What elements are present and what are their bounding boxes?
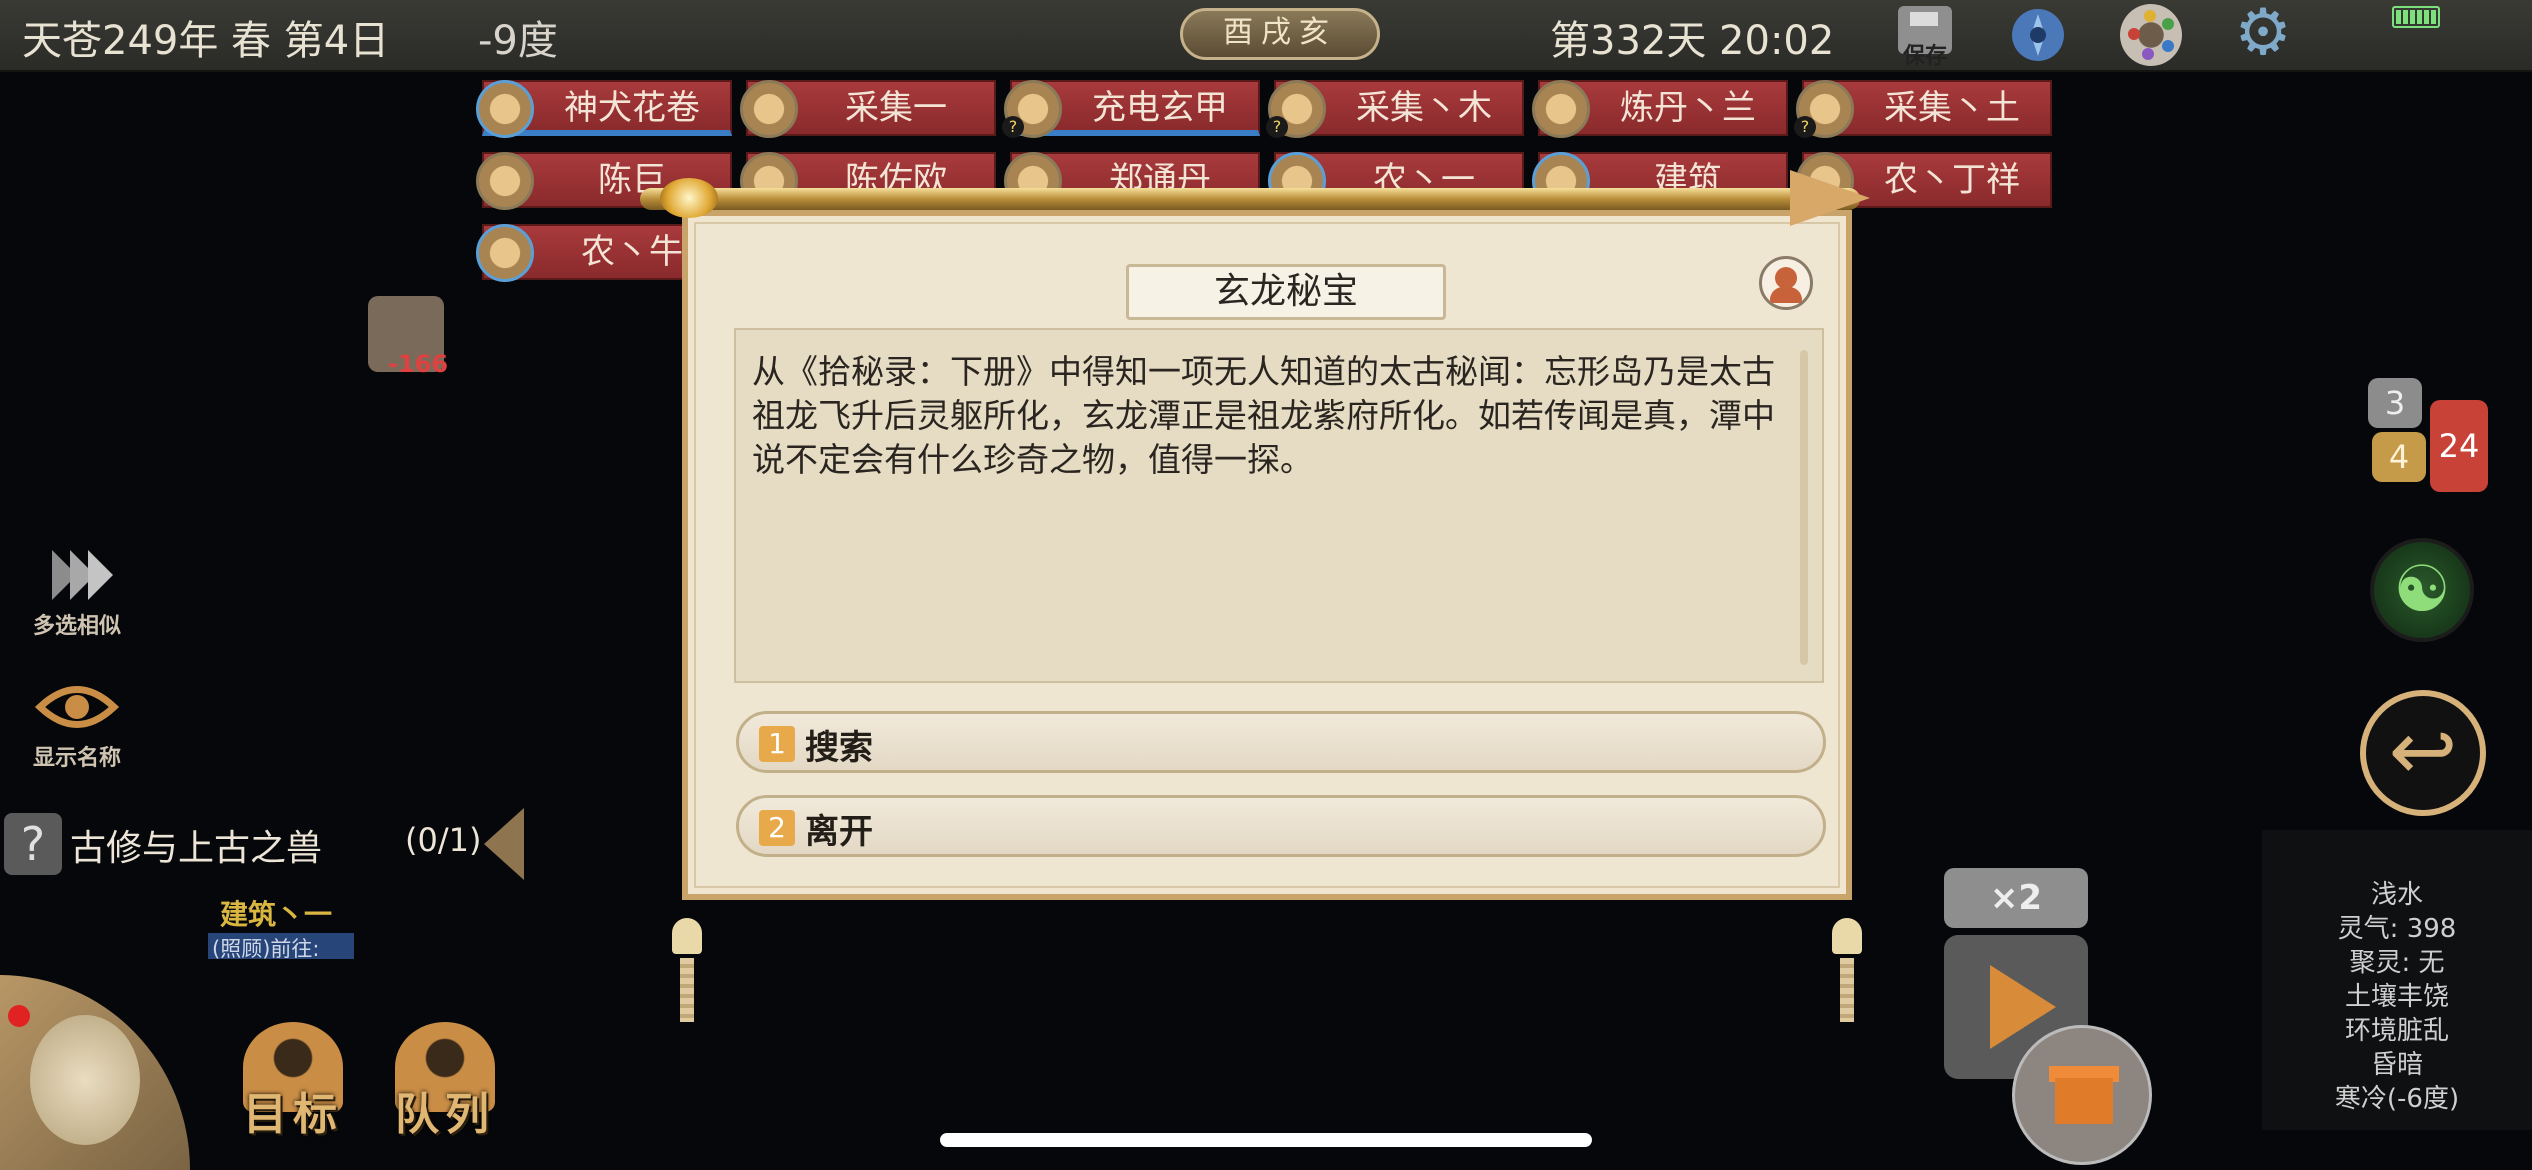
worker-portrait-icon [476,152,534,210]
dialog-text: 从《拾秘录：下册》中得知一项无人知道的太古秘闻：忘形岛乃是太古祖龙飞升后灵躯所化… [752,352,1775,479]
settings-gear-icon[interactable]: ⚙ [2230,1,2296,68]
env-line: 寒冷(-6度) [2334,1084,2460,1114]
tag-label: 采集丶木 [1356,88,1492,128]
item-count: -166 [388,350,449,378]
tassel [1840,958,1854,1022]
paw-icon [476,80,534,138]
question-badge-icon: ? [1002,116,1024,138]
gourd-icon [30,1015,140,1145]
eye-icon [32,662,122,752]
compass-icon[interactable] [2005,2,2071,68]
game-date: 天苍249年 春 第4日 [22,18,390,64]
temperature: -9度 [478,18,558,64]
rod-knob [660,178,718,218]
tag-label: 采集丶土 [1884,88,2020,128]
env-line: 昏暗 [2370,1050,2423,1080]
multi-select-icon [32,530,122,620]
option-label: 搜索 [805,728,873,768]
time-period-badge: 酉戌亥 [1180,8,1380,60]
tag-row1-6[interactable]: ? 采集丶土 [1794,80,2052,138]
taiji-icon[interactable]: ☯ [2370,538,2474,642]
tag-label: 采集一 [845,88,947,128]
top-bar: 天苍249年 春 第4日 -9度 酉戌亥 第332天 20:02 保存 ⚙ [0,0,2532,72]
day-time: 第332天 20:02 [1550,18,1835,64]
multi-select-similar-button[interactable]: 多选相似 [22,530,132,640]
queue-label: 队列 [395,1089,495,1140]
collapse-arrow-icon[interactable] [484,808,524,880]
show-names-label: 显示名称 [32,746,121,771]
dialog-title: 玄龙秘宝 [1126,264,1446,320]
tag-row1-2[interactable]: 采集一 [740,80,996,138]
tag-row1-3[interactable]: ? 充电玄甲 [1002,80,1260,138]
option-number: 2 [759,810,795,846]
tag-label: 充电玄甲 [1092,88,1228,128]
queue-button[interactable]: 队列 [390,1022,500,1142]
worker-portrait-icon [1532,80,1590,138]
palette-dot [2142,48,2154,60]
rod-arrowhead [1790,170,1870,226]
goal-button[interactable]: 目标 [238,1022,348,1142]
chat-bubble-gray[interactable]: 3 [2368,378,2422,428]
palette-icon[interactable] [2120,4,2182,66]
text-scrollbar[interactable] [1800,350,1808,665]
env-line: 环境脏乱 [2344,1016,2449,1046]
show-names-button[interactable]: 显示名称 [22,662,132,772]
env-line: 聚灵: 无 [2349,948,2445,978]
event-dialog: 玄龙秘宝 从《拾秘录：下册》中得知一项无人知道的太古秘闻：忘形岛乃是太古祖龙飞升… [682,210,1852,900]
palette-dot [2162,18,2174,30]
back-arrow-icon[interactable]: ↩ [2360,690,2486,816]
tag-label: 农丶牛 [581,232,683,272]
gift-box [2055,1078,2113,1124]
plus-icon [740,80,798,138]
tassel [680,958,694,1022]
palette-dot [2162,40,2174,52]
quest-tracker[interactable]: ? 古修与上古之兽 (0/1) [0,805,482,877]
env-line: 土壤丰饶 [2344,982,2449,1012]
battery-icon [2392,6,2440,28]
scroll-rod-decoration [640,170,1980,226]
option-search[interactable]: 1 搜索 [736,711,1826,773]
gourd-menu-button[interactable] [0,975,190,1170]
env-line: 灵气: 398 [2337,914,2457,944]
avatar-head [1775,267,1797,289]
option-number: 1 [759,726,795,762]
avatar-body [1770,287,1802,303]
palette-dot [2128,28,2140,40]
question-badge-icon: ? [1794,116,1816,138]
notification-dot [8,1005,30,1027]
tag-label: 神犬花卷 [564,88,700,128]
tag-row1-4[interactable]: ? 采集丶木 [1266,80,1524,138]
palette-dot [2144,10,2156,22]
home-indicator[interactable] [940,1133,1592,1147]
rod [640,188,1860,210]
multi-select-label: 多选相似 [32,614,121,639]
env-line: 浅水 [2370,880,2423,910]
bell [672,918,702,954]
environment-info: 浅水 灵气: 398 聚灵: 无 土壤丰饶 环境脏乱 昏暗 寒冷(-6度) [2262,830,2532,1130]
chat-bubble-gold[interactable]: 4 [2372,432,2426,482]
save-button[interactable]: 保存 [1890,2,1960,69]
speed-button[interactable]: ×2 [1944,868,2088,928]
option-label: 离开 [805,812,873,852]
save-label: 保存 [1902,44,1947,69]
tag-row1-5[interactable]: 炼丹丶兰 [1532,80,1788,138]
building-name: 建筑丶一 [220,898,333,931]
option-leave[interactable]: 2 离开 [736,795,1826,857]
chat-bubble-red[interactable]: 24 [2430,400,2488,492]
question-badge-icon: ? [1266,116,1288,138]
dialog-panel: 玄龙秘宝 从《拾秘录：下册》中得知一项无人知道的太古秘闻：忘形岛乃是太古祖龙飞升… [694,222,1840,888]
quest-progress: (0/1) [405,821,482,859]
character-avatar-icon[interactable] [1759,256,1813,310]
dialog-textbox: 从《拾秘录：下册》中得知一项无人知道的太古秘闻：忘形岛乃是太古祖龙飞升后灵躯所化… [734,328,1824,683]
question-icon: ? [4,813,62,875]
tag-label: 炼丹丶兰 [1620,88,1756,128]
goal-label: 目标 [243,1089,343,1140]
gift-button[interactable] [2012,1025,2152,1165]
bell [1832,918,1862,954]
quest-title: 古修与上古之兽 [70,828,323,869]
worker-portrait-icon [476,224,534,282]
tag-row1-1[interactable]: 神犬花卷 [476,80,732,138]
building-status: (照顾)前往: [208,933,354,961]
